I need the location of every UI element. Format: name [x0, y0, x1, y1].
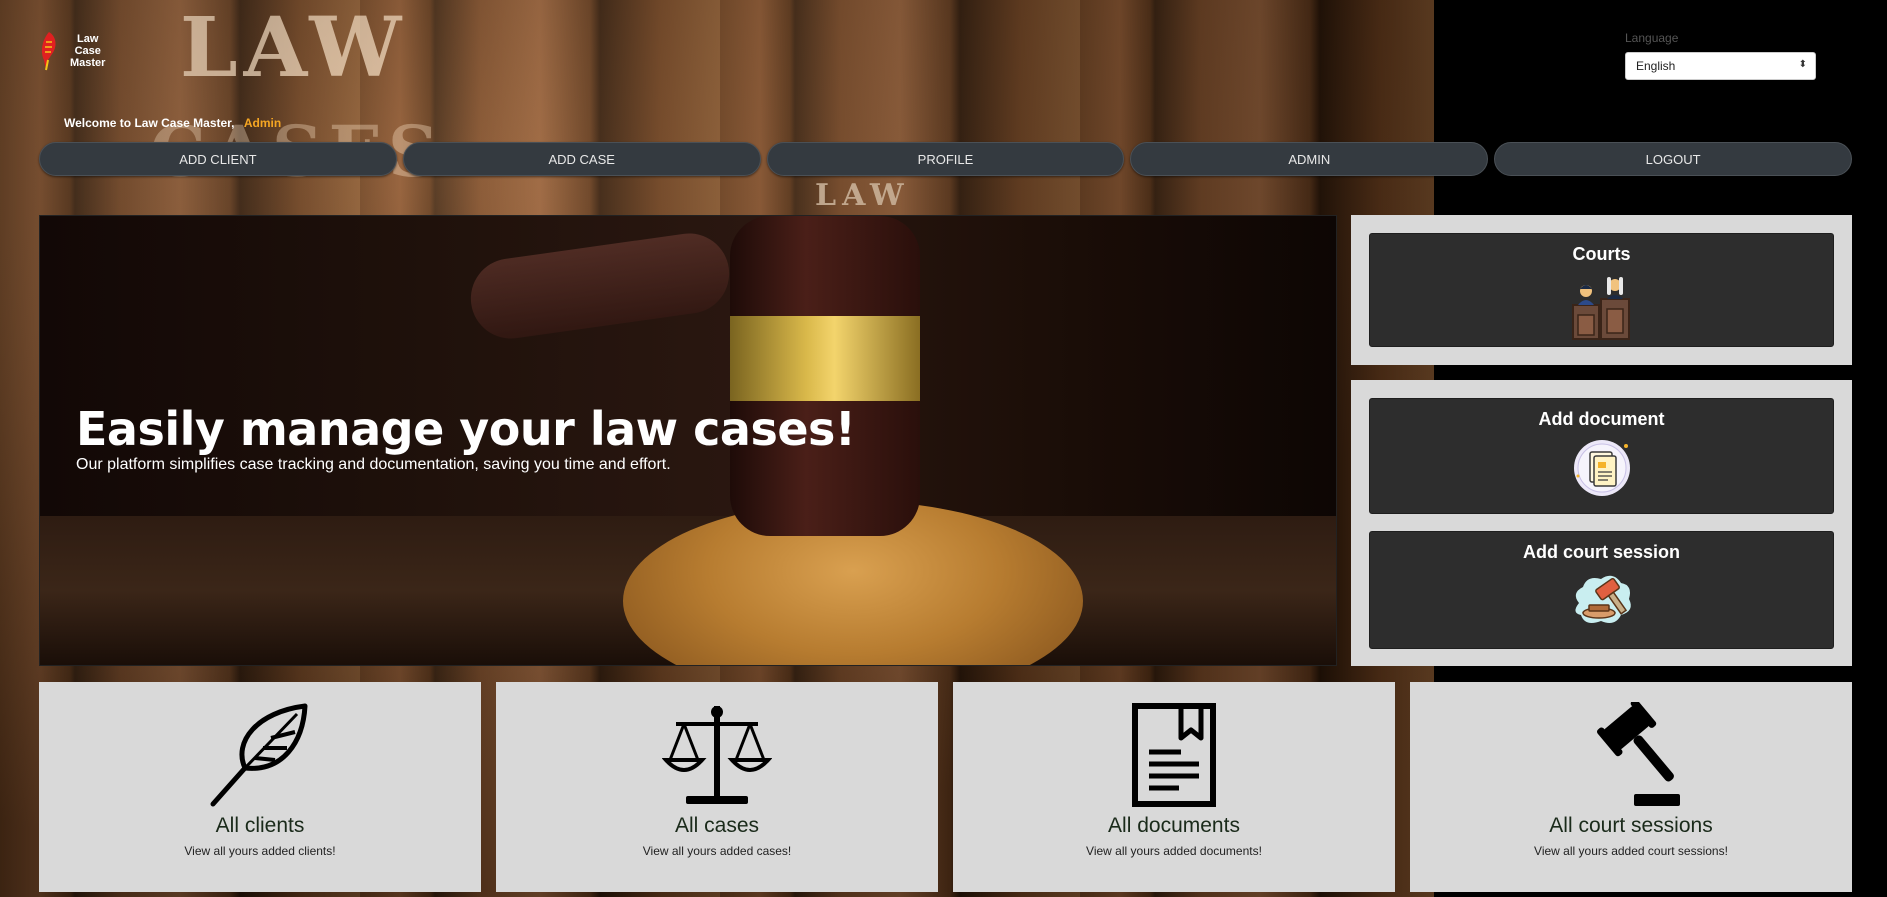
gavel-icon	[1596, 702, 1680, 806]
add-case-button[interactable]: ADD CASE	[402, 142, 761, 176]
courtroom-icon	[1571, 277, 1630, 340]
feather-icon	[210, 703, 308, 807]
add-document-title: Add document	[1538, 409, 1665, 429]
admin-button[interactable]: ADMIN	[1130, 142, 1489, 176]
language-selected-value: English	[1636, 59, 1676, 73]
add-court-session-card[interactable]: Add court session	[1369, 531, 1834, 649]
all-court-sessions-card[interactable]: All court sessions View all yours added …	[1410, 682, 1852, 892]
hero-gavel-band	[730, 316, 920, 401]
courts-title: Courts	[1572, 244, 1631, 264]
all-cases-title: All cases	[674, 814, 760, 837]
all-court-sessions-subtitle: View all yours added court sessions!	[1534, 844, 1728, 858]
document-add-icon	[1573, 440, 1630, 496]
all-cases-subtitle: View all yours added cases!	[642, 844, 792, 858]
all-clients-card[interactable]: All clients View all yours added clients…	[39, 682, 481, 892]
language-label: Language	[1625, 31, 1679, 45]
hero-banner: Easily manage your law cases! Our platfo…	[39, 215, 1337, 666]
logo-text-line-1: Law	[77, 33, 99, 45]
background-word-law-small: LAW	[815, 178, 910, 213]
document-icon	[1132, 703, 1216, 807]
logo-text-line-3: Master	[70, 57, 106, 69]
main-nav: ADD CLIENT ADD CASE PROFILE ADMIN LOGOUT	[39, 142, 1852, 176]
language-select[interactable]: English ⬍	[1625, 52, 1816, 80]
gavel-session-icon	[1574, 575, 1631, 623]
all-documents-title: All documents	[1108, 814, 1240, 837]
quill-logo-icon	[41, 32, 56, 71]
scales-icon	[662, 706, 772, 804]
hero-subtitle: Our platform simplifies case tracking an…	[76, 456, 671, 473]
app-logo[interactable]: Law Case Master	[36, 30, 105, 72]
select-arrows-icon: ⬍	[1798, 59, 1807, 70]
hero-gavel-handle	[465, 228, 735, 344]
welcome-text: Welcome to Law Case Master,	[64, 116, 235, 130]
add-document-card[interactable]: Add document	[1369, 398, 1834, 514]
all-documents-card[interactable]: All documents View all yours added docum…	[953, 682, 1395, 892]
all-clients-subtitle: View all yours added clients!	[184, 844, 336, 858]
hero-title: Easily manage your law cases!	[76, 402, 856, 456]
all-cases-card[interactable]: All cases View all yours added cases!	[496, 682, 938, 892]
all-court-sessions-title: All court sessions	[1549, 814, 1713, 837]
add-client-button[interactable]: ADD CLIENT	[39, 142, 397, 176]
courts-card[interactable]: Courts	[1369, 233, 1834, 347]
current-username: Admin	[243, 116, 282, 130]
welcome-message: Welcome to Law Case Master, Admin	[64, 116, 281, 130]
logout-button[interactable]: LOGOUT	[1494, 142, 1852, 176]
logo-text-line-2: Case	[74, 45, 101, 57]
all-clients-title: All clients	[215, 814, 305, 837]
profile-button[interactable]: PROFILE	[766, 142, 1125, 176]
background-word-law: LAW	[180, 0, 408, 96]
logo-text: Law Case Master	[70, 33, 105, 69]
add-court-session-title: Add court session	[1522, 542, 1681, 562]
all-documents-subtitle: View all yours added documents!	[1086, 844, 1262, 858]
